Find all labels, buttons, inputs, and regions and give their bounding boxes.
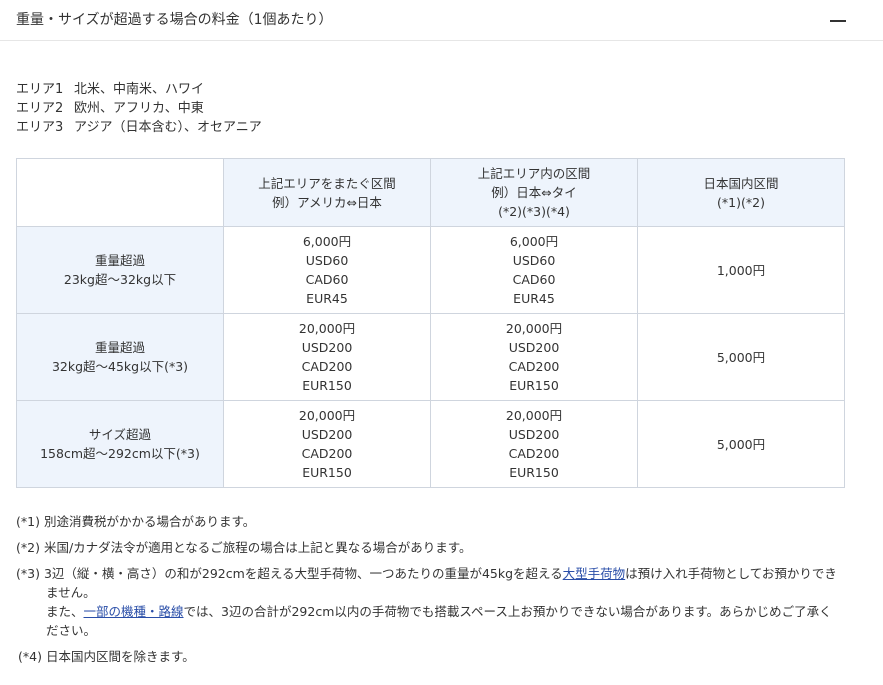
fee-cell: 20,000円 USD200 CAD200 EUR150 <box>223 313 431 401</box>
area-definitions: エリア1 北米、中南米、ハワイ エリア2 欧州、アフリカ、中東 エリア3 アジア（日本… <box>16 80 262 137</box>
footnote-mark: (*2) <box>16 540 40 555</box>
table-corner-cell <box>16 158 224 227</box>
area-regions: アジア（日本含む）、オセアニア <box>74 120 262 135</box>
footnote-4: (*4) 日本国内区間を除きます。 <box>16 647 841 666</box>
footnote-text: 3辺（縦・横・高さ）の和が292cmを超える大型手荷物、一つあたりの重量が45k… <box>43 566 563 581</box>
area-name: エリア1 <box>16 82 64 97</box>
fee-cell: 5,000円 <box>637 313 845 401</box>
section-title: 重量・サイズが超過する場合の料金（1個あたり） <box>16 12 333 28</box>
column-header-intra-area: 上記エリア内の区間 例）日本⇔タイ (*2)(*3)(*4) <box>430 158 638 227</box>
footnote-text: 日本国内区間を除きます。 <box>45 649 195 664</box>
excess-fee-table: 上記エリアをまたぐ区間 例）アメリカ⇔日本 上記エリア内の区間 例）日本⇔タイ … <box>16 158 845 488</box>
fee-cell: 6,000円 USD60 CAD60 EUR45 <box>223 226 431 314</box>
area-regions: 北米、中南米、ハワイ <box>74 82 205 97</box>
aircraft-routes-link[interactable]: 一部の機種・路線 <box>84 604 184 619</box>
fee-cell: 20,000円 USD200 CAD200 EUR150 <box>223 400 431 488</box>
footnote-mark: (*3) <box>16 566 40 581</box>
area-item: エリア2 欧州、アフリカ、中東 <box>16 99 262 118</box>
table-header-row: 上記エリアをまたぐ区間 例）アメリカ⇔日本 上記エリア内の区間 例）日本⇔タイ … <box>16 158 845 227</box>
fee-cell: 5,000円 <box>637 400 845 488</box>
fee-cell: 1,000円 <box>637 226 845 314</box>
collapse-minus-icon[interactable] <box>829 12 847 28</box>
fee-cell: 6,000円 USD60 CAD60 EUR45 <box>430 226 638 314</box>
table-row: サイズ超過 158cm超～292cm以下(*3) 20,000円 USD200 … <box>16 400 845 488</box>
column-header-domestic: 日本国内区間 (*1)(*2) <box>637 158 845 227</box>
footnote-2: (*2) 米国/カナダ法令が適用となるご旅程の場合は上記と異なる場合があります。 <box>16 538 841 557</box>
footnote-text: また、 <box>46 604 84 619</box>
footnotes: (*1) 別途消費税がかかる場合があります。 (*2) 米国/カナダ法令が適用と… <box>16 512 841 666</box>
table-row: 重量超過 32kg超～45kg以下(*3) 20,000円 USD200 CAD… <box>16 313 845 401</box>
fee-cell: 20,000円 USD200 CAD200 EUR150 <box>430 400 638 488</box>
footnote-1: (*1) 別途消費税がかかる場合があります。 <box>16 512 841 531</box>
table-row: 重量超過 23kg超～32kg以下 6,000円 USD60 CAD60 EUR… <box>16 226 845 314</box>
row-header: サイズ超過 158cm超～292cm以下(*3) <box>16 400 224 488</box>
footnote-mark: (*4) <box>18 649 42 664</box>
area-name: エリア2 <box>16 101 64 116</box>
fee-cell: 20,000円 USD200 CAD200 EUR150 <box>430 313 638 401</box>
large-baggage-link[interactable]: 大型手荷物 <box>563 566 626 581</box>
footnote-mark: (*1) <box>16 514 40 529</box>
footnote-3: (*3) 3辺（縦・横・高さ）の和が292cmを超える大型手荷物、一つあたりの重… <box>16 564 841 640</box>
row-header: 重量超過 23kg超～32kg以下 <box>16 226 224 314</box>
row-header: 重量超過 32kg超～45kg以下(*3) <box>16 313 224 401</box>
area-item: エリア3 アジア（日本含む）、オセアニア <box>16 118 262 137</box>
area-item: エリア1 北米、中南米、ハワイ <box>16 80 262 99</box>
footnote-text: 別途消費税がかかる場合があります。 <box>43 514 256 529</box>
column-header-inter-area: 上記エリアをまたぐ区間 例）アメリカ⇔日本 <box>223 158 431 227</box>
footnote-text: 米国/カナダ法令が適用となるご旅程の場合は上記と異なる場合があります。 <box>43 540 472 555</box>
section-header[interactable]: 重量・サイズが超過する場合の料金（1個あたり） <box>0 0 883 41</box>
area-name: エリア3 <box>16 120 64 135</box>
area-regions: 欧州、アフリカ、中東 <box>74 101 204 116</box>
